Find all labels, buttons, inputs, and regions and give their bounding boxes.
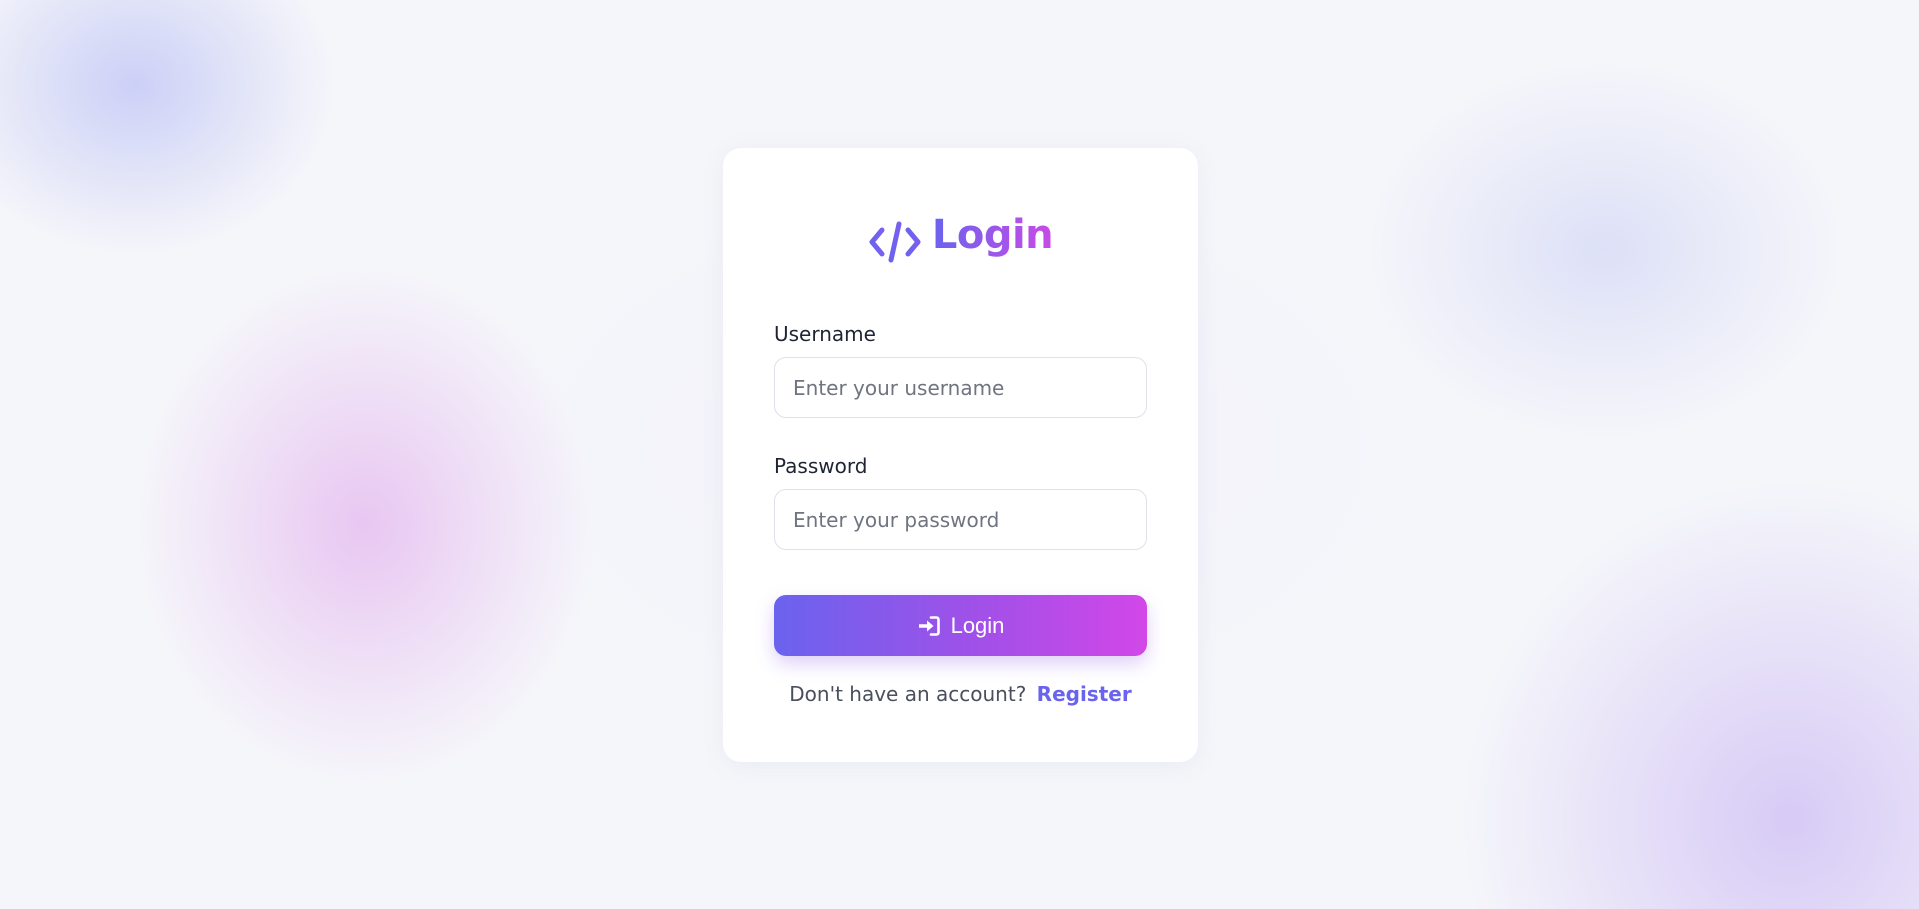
password-label: Password: [774, 454, 868, 478]
login-card: Login Username Password Login Don't have…: [723, 148, 1198, 762]
register-prompt-text: Don't have an account?: [789, 682, 1027, 706]
username-input[interactable]: [774, 357, 1147, 418]
page-title: Login: [931, 212, 1054, 258]
register-link[interactable]: Register: [1037, 682, 1132, 706]
sign-in-icon: [918, 615, 940, 636]
login-button[interactable]: Login: [774, 595, 1147, 656]
username-label: Username: [774, 322, 876, 346]
login-header: Login: [723, 206, 1198, 264]
login-button-label: Login: [950, 612, 1005, 638]
register-prompt: Don't have an account? Register: [723, 682, 1198, 706]
password-input[interactable]: [774, 489, 1147, 550]
code-icon: [869, 221, 921, 263]
